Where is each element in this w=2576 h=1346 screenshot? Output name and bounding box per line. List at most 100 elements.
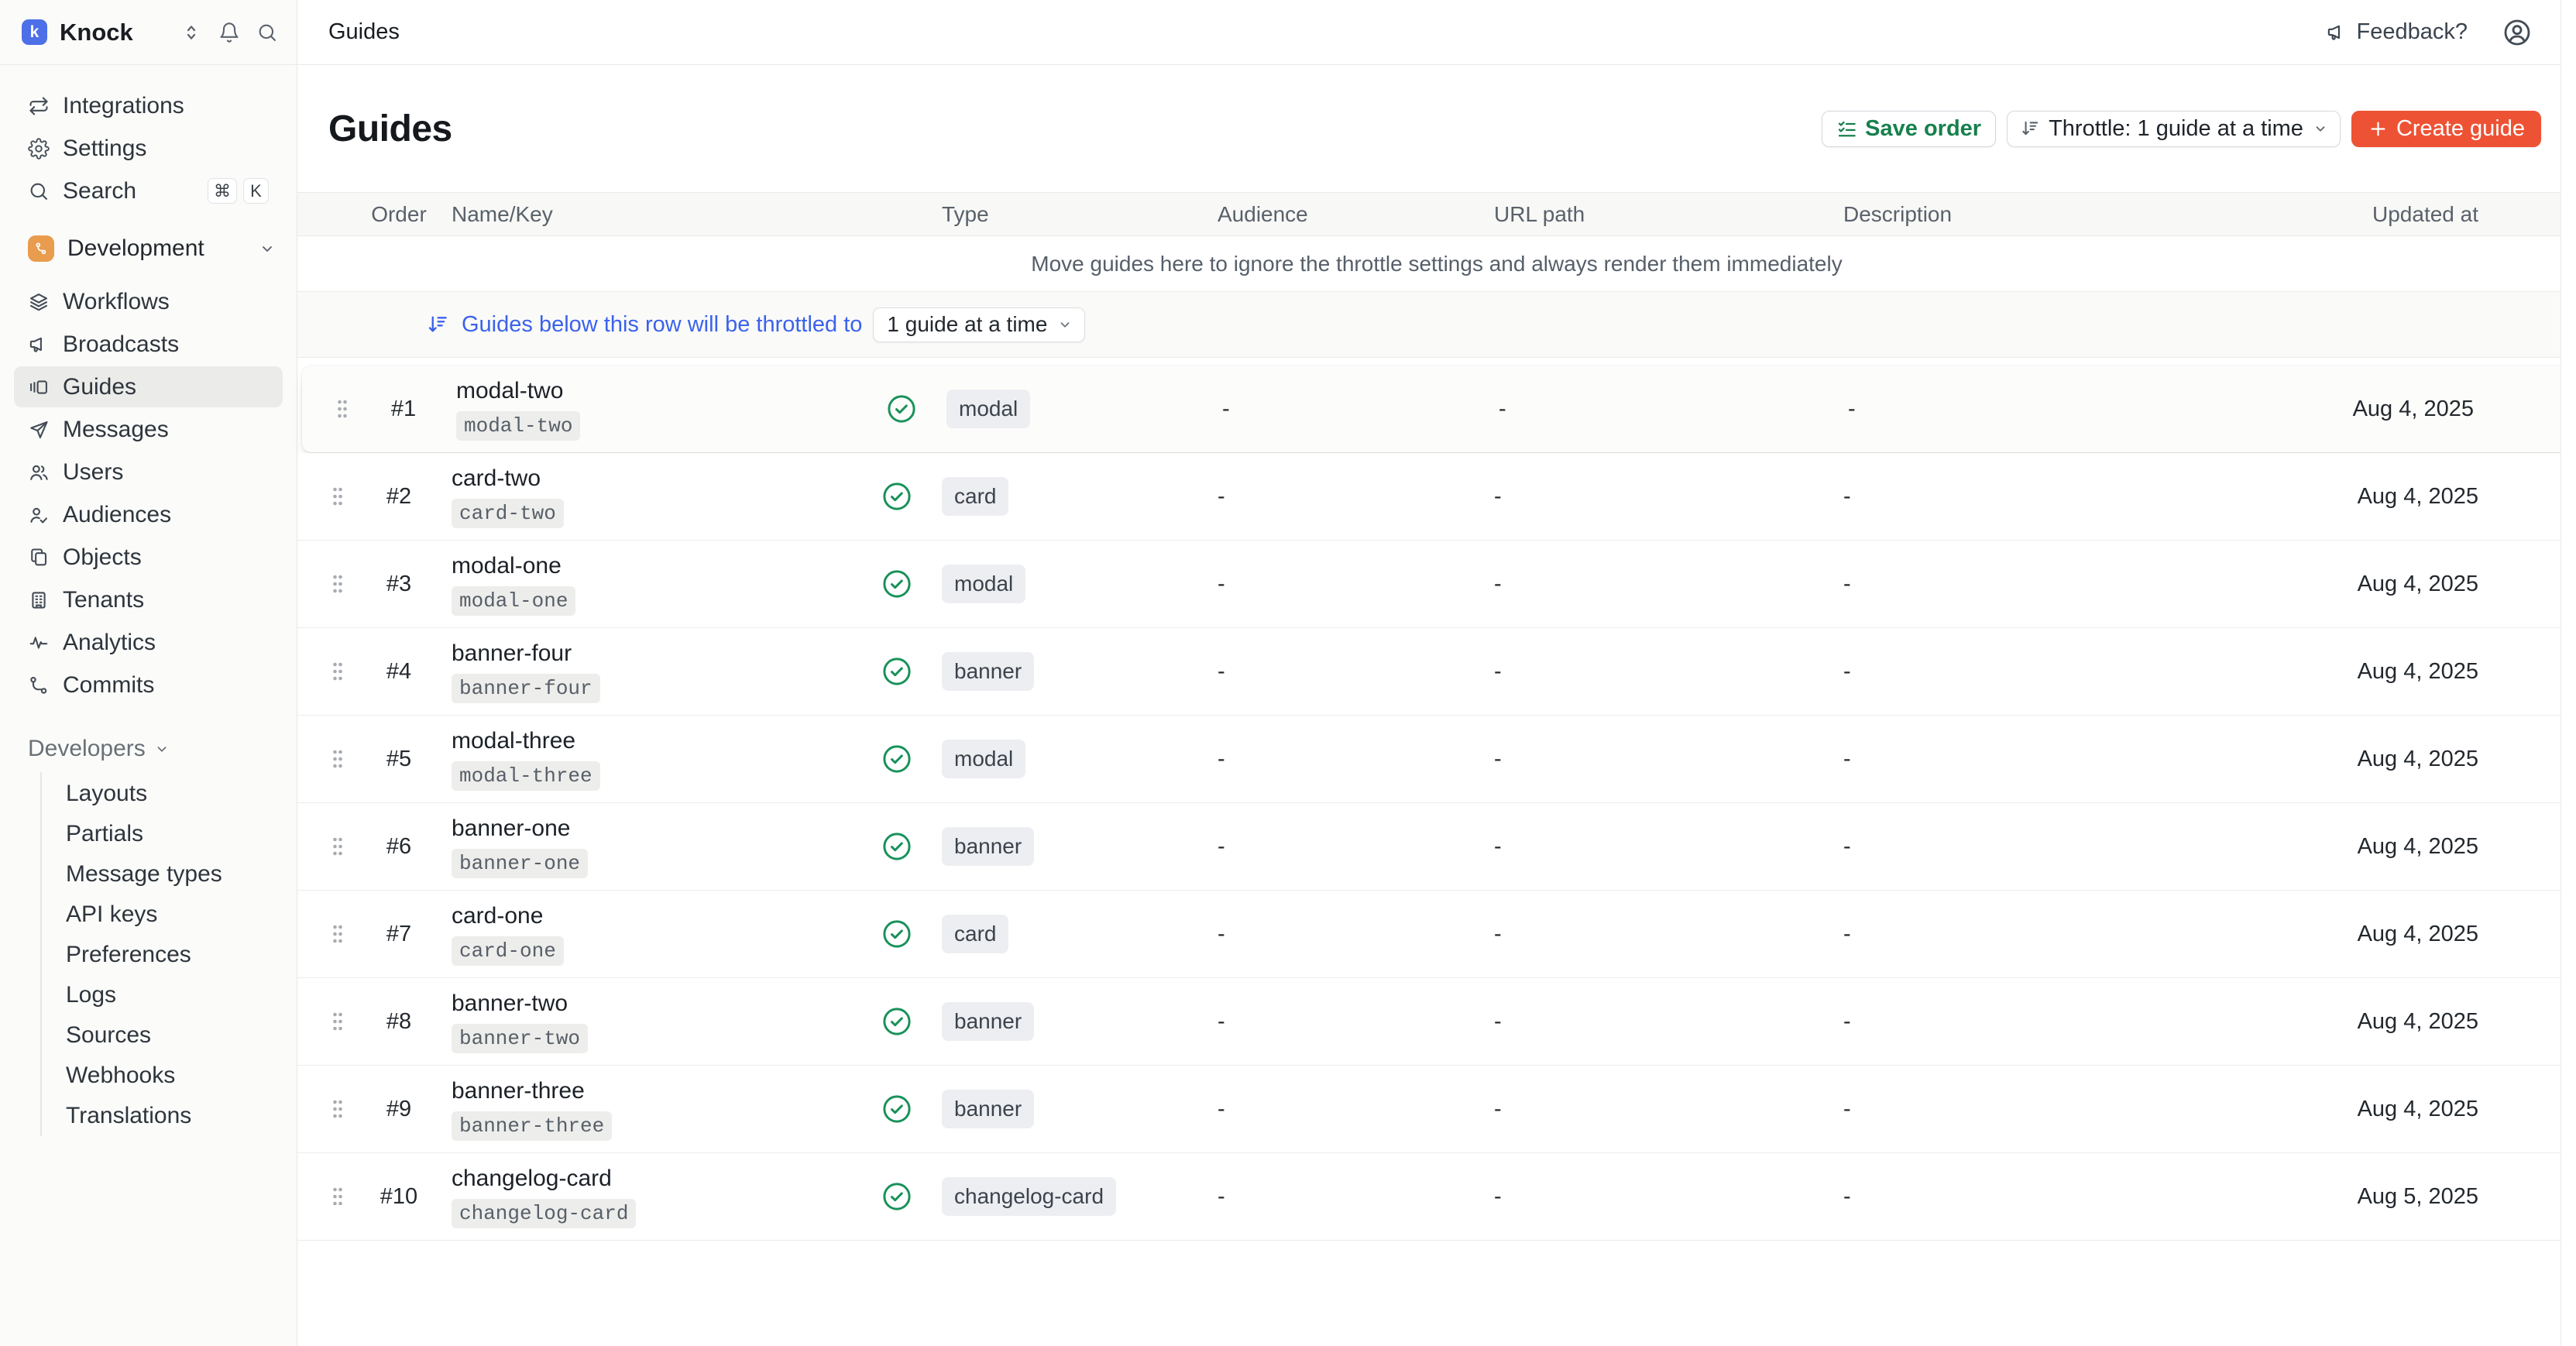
guide-name: banner-two — [452, 991, 856, 1017]
page-header: Guides Save order Throttle: 1 guide at a… — [297, 65, 2576, 192]
plus-icon — [2368, 118, 2389, 139]
sidebar-item-label: Logs — [66, 982, 116, 1008]
environment-nav: Workflows Broadcasts Guides — [0, 281, 297, 706]
cmd-key-badge: ⌘ — [208, 178, 237, 204]
search-icon[interactable] — [256, 22, 278, 43]
sidebar-item-label: Analytics — [63, 630, 156, 656]
table-row[interactable]: #6 banner-one banner-one banner - - - Au… — [297, 803, 2576, 891]
guide-name: modal-one — [452, 553, 856, 579]
row-order: #6 — [364, 834, 434, 860]
active-check-icon — [881, 1180, 913, 1213]
active-check-icon — [881, 830, 913, 863]
sidebar-item-layouts[interactable]: Layouts — [42, 774, 297, 814]
save-order-button[interactable]: Save order — [1822, 111, 1996, 147]
table-row[interactable]: #3 modal-one modal-one modal - - - Aug 4… — [297, 541, 2576, 628]
sidebar-item-tenants[interactable]: Tenants — [14, 579, 283, 620]
sidebar-item-audiences[interactable]: Audiences — [14, 494, 283, 535]
table-row[interactable]: #7 card-one card-one card - - - Aug 4, 2… — [297, 891, 2576, 978]
sidebar-item-search[interactable]: Search ⌘ K — [14, 170, 283, 211]
environment-switcher[interactable]: Development — [14, 227, 283, 270]
megaphone-icon — [28, 334, 50, 355]
throttle-dropdown-label: Throttle: 1 guide at a time — [2049, 116, 2303, 142]
sidebar: k Knock Integrations — [0, 0, 297, 1346]
development-env-icon — [28, 235, 54, 262]
table-row[interactable]: #9 banner-three banner-three banner - - … — [297, 1066, 2576, 1153]
drag-handle-icon[interactable] — [329, 484, 346, 509]
audience-value: - — [1208, 834, 1485, 860]
scrollbar-gutter[interactable] — [2561, 0, 2576, 1346]
guide-name: changelog-card — [452, 1166, 856, 1192]
type-badge: banner — [942, 1002, 1034, 1041]
active-check-icon — [881, 1005, 913, 1038]
sidebar-item-api-keys[interactable]: API keys — [42, 894, 297, 935]
updated-at-value: Aug 5, 2025 — [2296, 1184, 2576, 1210]
type-badge: card — [942, 915, 1008, 953]
sidebar-item-workflows[interactable]: Workflows — [14, 281, 283, 322]
sidebar-item-label: Message types — [66, 861, 222, 888]
k-key-badge: K — [243, 178, 269, 204]
sidebar-item-analytics[interactable]: Analytics — [14, 622, 283, 663]
sidebar-item-users[interactable]: Users — [14, 452, 283, 493]
table-row[interactable]: #5 modal-three modal-three modal - - - A… — [297, 716, 2576, 803]
description-value: - — [1832, 1009, 2296, 1035]
sidebar-item-objects[interactable]: Objects — [14, 537, 283, 578]
drag-handle-icon[interactable] — [329, 1184, 346, 1209]
account-avatar-icon[interactable] — [2502, 17, 2533, 48]
search-icon — [28, 180, 50, 202]
table-row[interactable]: #8 banner-two banner-two banner - - - Au… — [297, 978, 2576, 1066]
description-value: - — [1832, 747, 2296, 772]
workspace-unfold-icon[interactable] — [180, 22, 202, 43]
dropzone-hint-text: Move guides here to ignore the throttle … — [1031, 252, 1842, 276]
sidebar-item-translations[interactable]: Translations — [42, 1096, 297, 1136]
table-row[interactable]: #1 modal-two modal-two modal - - - Aug 4… — [302, 366, 2571, 452]
table-row[interactable]: #2 card-two card-two card - - - Aug 4, 2… — [297, 453, 2576, 541]
row-order: #8 — [364, 1009, 434, 1035]
chevron-down-icon — [2312, 120, 2329, 137]
feedback-button[interactable]: Feedback? — [2326, 19, 2468, 45]
url-path-value: - — [1485, 747, 1832, 772]
drag-handle-icon[interactable] — [329, 747, 346, 771]
drag-handle-icon[interactable] — [329, 834, 346, 859]
sidebar-item-partials[interactable]: Partials — [42, 814, 297, 854]
sidebar-item-sources[interactable]: Sources — [42, 1015, 297, 1056]
sidebar-item-guides[interactable]: Guides — [14, 366, 283, 407]
column-header-order: Order — [364, 202, 434, 227]
drag-handle-icon[interactable] — [329, 922, 346, 946]
drag-handle-icon[interactable] — [329, 1097, 346, 1121]
drag-handle-icon[interactable] — [329, 1009, 346, 1034]
throttle-dropdown-button[interactable]: Throttle: 1 guide at a time — [2007, 111, 2341, 147]
table-row[interactable]: #10 changelog-card changelog-card change… — [297, 1153, 2576, 1241]
drag-handle-icon[interactable] — [334, 397, 351, 421]
sidebar-item-broadcasts[interactable]: Broadcasts — [14, 324, 283, 365]
throttle-value-select[interactable]: 1 guide at a time — [873, 307, 1085, 342]
row-order: #2 — [364, 484, 434, 510]
url-path-value: - — [1485, 659, 1832, 685]
sidebar-item-label: Partials — [66, 821, 143, 847]
main-area: Guides Feedback? Guides — [297, 0, 2576, 1346]
sidebar-item-label: API keys — [66, 901, 157, 928]
drag-handle-icon[interactable] — [329, 572, 346, 596]
sidebar-item-commits[interactable]: Commits — [14, 664, 283, 706]
sidebar-nav: Integrations Settings Search ⌘ K — [0, 65, 297, 1136]
sidebar-item-label: Commits — [63, 672, 154, 699]
guides-panels-icon — [28, 376, 50, 398]
paper-plane-icon — [28, 419, 50, 441]
sidebar-item-messages[interactable]: Messages — [14, 409, 283, 450]
audience-value: - — [1208, 1184, 1485, 1210]
drag-handle-icon[interactable] — [329, 659, 346, 684]
unthrottled-dropzone[interactable]: Move guides here to ignore the throttle … — [297, 236, 2576, 291]
updated-at-value: Aug 4, 2025 — [2296, 747, 2576, 772]
updated-at-value: Aug 4, 2025 — [2296, 1009, 2576, 1035]
url-path-value: - — [1485, 922, 1832, 947]
sidebar-item-settings[interactable]: Settings — [14, 128, 283, 169]
sidebar-item-label: Translations — [66, 1103, 191, 1129]
sidebar-item-integrations[interactable]: Integrations — [14, 85, 283, 126]
sidebar-item-logs[interactable]: Logs — [42, 975, 297, 1015]
table-row[interactable]: #4 banner-four banner-four banner - - - … — [297, 628, 2576, 716]
developers-section-toggle[interactable]: Developers — [0, 735, 297, 763]
sidebar-item-message-types[interactable]: Message types — [42, 854, 297, 894]
sidebar-item-webhooks[interactable]: Webhooks — [42, 1056, 297, 1096]
notifications-bell-icon[interactable] — [218, 22, 240, 43]
sidebar-item-preferences[interactable]: Preferences — [42, 935, 297, 975]
create-guide-button[interactable]: Create guide — [2351, 111, 2541, 147]
